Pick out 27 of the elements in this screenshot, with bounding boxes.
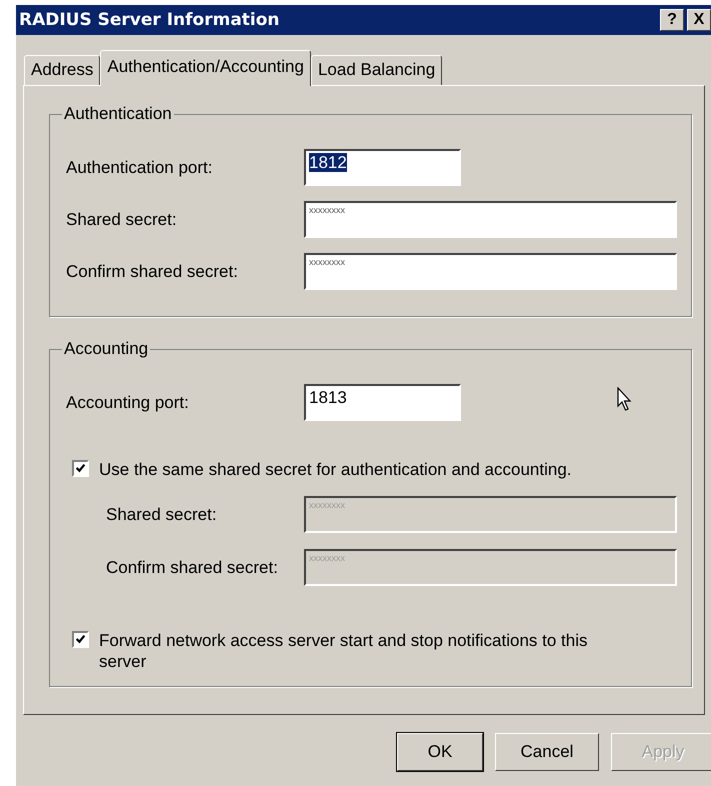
checkbox-label: Forward network access server start and stop notifications to this server (99, 630, 588, 672)
field-label: Confirm shared secret: (66, 262, 239, 282)
checkmark-icon (75, 463, 86, 474)
tab[interactable]: Authentication/Accounting (100, 50, 311, 86)
checkbox[interactable] (72, 460, 89, 477)
group-title: Accounting (63, 339, 150, 359)
checkbox-label: Use the same shared secret for authentication and accounting. (99, 459, 572, 480)
checkmark-icon (75, 634, 86, 645)
field-label: Shared secret: (66, 210, 178, 230)
dialog-button[interactable]: OK (397, 733, 483, 771)
port-field[interactable]: 1813 (304, 384, 461, 421)
tab[interactable]: Address (24, 55, 100, 85)
help-button[interactable]: ? (660, 9, 684, 31)
close-button[interactable]: X (687, 9, 711, 31)
password-field[interactable]: xxxxxxxx (304, 201, 677, 238)
tab[interactable]: Load Balancing (310, 55, 442, 85)
field-label: Accounting port: (66, 392, 190, 412)
port-field[interactable]: 1812 (304, 149, 461, 186)
field-label: Shared secret: (106, 504, 218, 524)
password-field[interactable]: xxxxxxxx (304, 253, 677, 290)
dialog-button[interactable]: Cancel (495, 733, 599, 771)
window-title: RADIUS Server Information (19, 10, 280, 30)
mouse-pointer-icon (617, 387, 633, 412)
field-label: Authentication port: (66, 158, 214, 178)
checkbox[interactable] (72, 631, 89, 648)
field-label: Confirm shared secret: (106, 558, 279, 578)
group-title: Authentication (63, 104, 173, 124)
